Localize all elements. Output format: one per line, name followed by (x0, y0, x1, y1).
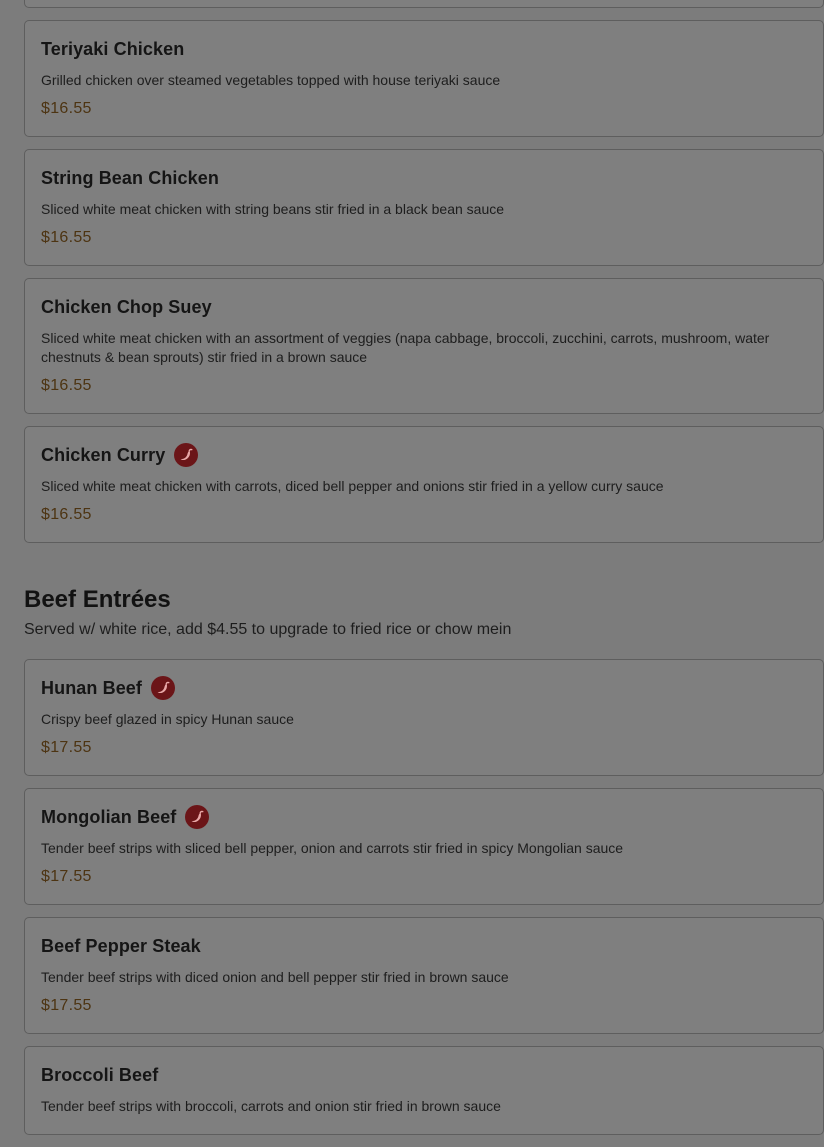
item-description: Sliced white meat chicken with carrots, … (41, 478, 664, 494)
menu-item-card[interactable]: Beef Pepper Steak Tender beef strips wit… (24, 917, 824, 1034)
item-description: Sliced white meat chicken with string be… (41, 201, 505, 217)
item-description: Tender beef strips with broccoli, carrot… (41, 1098, 501, 1114)
item-name: Beef Pepper Steak (41, 935, 201, 956)
item-name: Mongolian Beef (41, 806, 177, 827)
chili-pepper-icon (174, 443, 199, 467)
item-description: Grilled chicken over steamed vegetables … (41, 72, 501, 88)
item-price: $16.55 (41, 377, 92, 394)
item-description: Tender beef strips with diced onion and … (41, 969, 509, 985)
item-price: $16.55 (41, 100, 92, 117)
menu-item-card[interactable]: String Bean Chicken Sliced white meat ch… (24, 149, 824, 266)
item-price: $17.55 (41, 997, 92, 1014)
section-subtitle: Served w/ white rice, add $4.55 to upgra… (24, 621, 512, 638)
menu-item-card[interactable]: Hunan Beef Crispy beef glazed in spicy H… (24, 659, 824, 776)
item-description: Tender beef strips with sliced bell pepp… (41, 840, 624, 856)
item-price: $16.55 (41, 506, 92, 523)
beef-entrees-section: Beef Entrées Served w/ white rice, add $… (24, 585, 824, 639)
item-name: Teriyaki Chicken (41, 38, 185, 59)
item-name: Chicken Chop Suey (41, 296, 212, 317)
menu-item-card[interactable]: Chicken Chop Suey Sliced white meat chic… (24, 278, 824, 414)
item-name: Hunan Beef (41, 677, 143, 698)
section-title: Beef Entrées (24, 586, 171, 613)
item-name: String Bean Chicken (41, 167, 219, 188)
item-name: Broccoli Beef (41, 1064, 159, 1085)
item-price: $16.55 (41, 229, 92, 246)
menu-item-card[interactable]: Chicken Curry Sliced white meat chicken … (24, 426, 824, 543)
menu-item-card[interactable]: Teriyaki Chicken Grilled chicken over st… (24, 20, 824, 137)
menu-list: Teriyaki Chicken Grilled chicken over st… (24, 0, 824, 1147)
item-description: Sliced white meat chicken with an assort… (41, 330, 770, 365)
item-description: Crispy beef glazed in spicy Hunan sauce (41, 711, 294, 727)
menu-item-card[interactable]: Mongolian Beef Tender beef strips with s… (24, 788, 824, 905)
item-price: $17.55 (41, 739, 92, 756)
chili-pepper-icon (151, 676, 176, 700)
item-price: $17.55 (41, 868, 92, 885)
item-name: Chicken Curry (41, 444, 166, 465)
chili-pepper-icon (185, 805, 210, 829)
menu-item-card[interactable] (24, 0, 824, 8)
menu-item-card[interactable]: Broccoli Beef Tender beef strips with br… (24, 1046, 824, 1135)
